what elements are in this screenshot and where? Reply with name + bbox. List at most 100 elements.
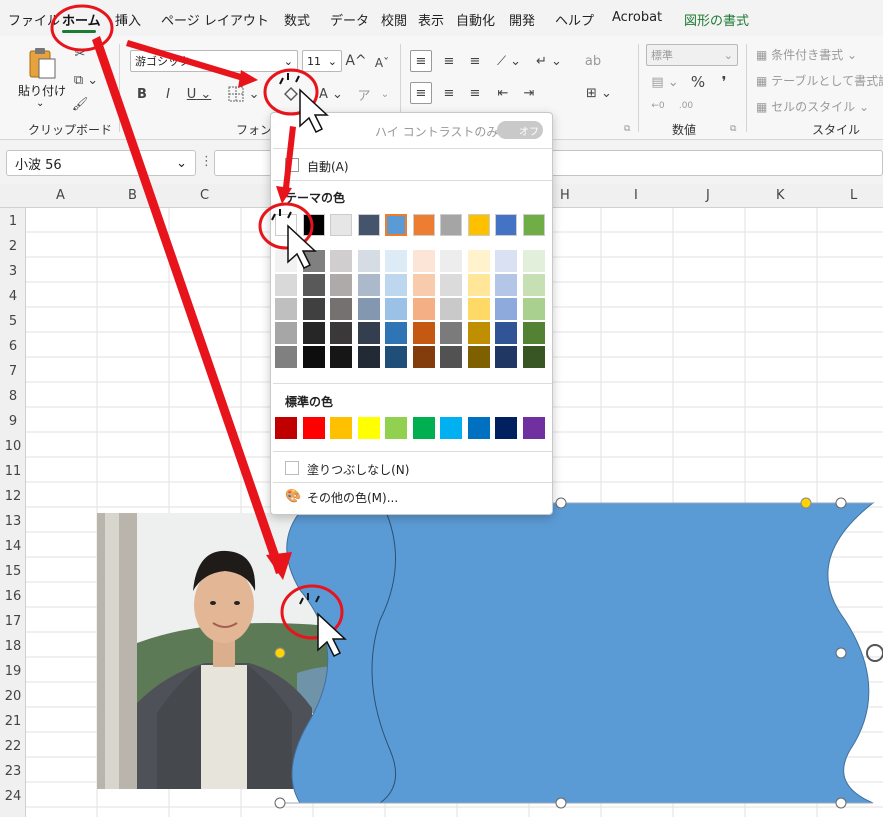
theme-shade-swatch[interactable] bbox=[357, 250, 380, 272]
row-label[interactable]: 14 bbox=[0, 539, 26, 554]
format-painter-icon[interactable]: 🖌 bbox=[70, 94, 90, 114]
theme-shade-swatch[interactable] bbox=[440, 346, 462, 368]
column-label[interactable]: I bbox=[634, 188, 638, 203]
fill-color-button[interactable] bbox=[276, 82, 306, 106]
resize-handle[interactable] bbox=[555, 497, 567, 509]
theme-shade-swatch[interactable] bbox=[467, 346, 490, 368]
paste-chevron-icon[interactable]: ⌄ bbox=[36, 98, 44, 109]
high-contrast-toggle[interactable]: オフ bbox=[497, 121, 543, 139]
tab-acrobat[interactable]: Acrobat bbox=[612, 10, 662, 25]
theme-shade-swatch[interactable] bbox=[357, 298, 380, 320]
standard-color-swatch[interactable] bbox=[302, 417, 325, 439]
decrease-indent-icon[interactable]: ⇤ bbox=[492, 82, 514, 104]
align-right-icon[interactable]: ≡ bbox=[464, 82, 486, 104]
theme-shade-swatch[interactable] bbox=[467, 250, 490, 272]
resize-handle[interactable] bbox=[835, 647, 847, 659]
standard-color-swatch[interactable] bbox=[495, 417, 517, 439]
theme-color-swatch[interactable] bbox=[302, 214, 325, 236]
tab-shape-format[interactable]: 図形の書式 bbox=[684, 10, 749, 29]
theme-shade-swatch[interactable] bbox=[357, 346, 380, 368]
row-label[interactable]: 9 bbox=[0, 414, 26, 429]
phonetic-guide-icon[interactable]: ab bbox=[582, 50, 604, 72]
theme-color-swatch[interactable] bbox=[412, 214, 435, 236]
row-label[interactable]: 5 bbox=[0, 314, 26, 329]
resize-handle[interactable] bbox=[835, 797, 847, 809]
dialog-launcher-icon[interactable]: ⧉ bbox=[730, 124, 736, 134]
theme-shade-swatch[interactable] bbox=[385, 250, 407, 272]
tab-formulas[interactable]: 数式 bbox=[284, 10, 310, 29]
row-label[interactable]: 19 bbox=[0, 664, 26, 679]
merge-cells-icon[interactable]: ⊞ ⌄ bbox=[582, 82, 616, 104]
row-label[interactable]: 8 bbox=[0, 389, 26, 404]
increase-decimal-icon[interactable]: ←0 bbox=[648, 96, 668, 116]
theme-color-swatch[interactable] bbox=[522, 214, 545, 236]
theme-shade-swatch[interactable] bbox=[522, 274, 545, 296]
theme-shade-swatch[interactable] bbox=[440, 274, 462, 296]
border-button[interactable]: ⌄ bbox=[224, 84, 264, 104]
theme-shade-swatch[interactable] bbox=[357, 274, 380, 296]
theme-shade-swatch[interactable] bbox=[467, 298, 490, 320]
align-center-icon[interactable]: ≡ bbox=[438, 82, 460, 104]
align-middle-icon[interactable]: ≡ bbox=[438, 50, 460, 72]
decrease-decimal-icon[interactable]: .00 bbox=[676, 96, 696, 116]
theme-shade-swatch[interactable] bbox=[330, 274, 352, 296]
theme-shade-swatch[interactable] bbox=[302, 250, 325, 272]
theme-shade-swatch[interactable] bbox=[412, 322, 435, 344]
no-fill-swatch[interactable] bbox=[285, 461, 299, 475]
theme-color-swatch[interactable] bbox=[495, 214, 517, 236]
row-label[interactable]: 16 bbox=[0, 589, 26, 604]
row-label[interactable]: 10 bbox=[0, 439, 26, 454]
theme-shade-swatch[interactable] bbox=[495, 274, 517, 296]
column-label[interactable]: L bbox=[850, 188, 857, 203]
column-label[interactable]: A bbox=[56, 188, 65, 203]
wave-shape[interactable] bbox=[270, 490, 883, 817]
theme-shade-swatch[interactable] bbox=[385, 346, 407, 368]
theme-shade-swatch[interactable] bbox=[440, 322, 462, 344]
standard-color-swatch[interactable] bbox=[440, 417, 462, 439]
theme-shade-swatch[interactable] bbox=[440, 250, 462, 272]
theme-shade-swatch[interactable] bbox=[385, 274, 407, 296]
font-name-select[interactable]: 游ゴシック ⌄ bbox=[130, 50, 298, 72]
row-label[interactable]: 7 bbox=[0, 364, 26, 379]
row-label[interactable]: 2 bbox=[0, 239, 26, 254]
row-label[interactable]: 15 bbox=[0, 564, 26, 579]
number-format-select[interactable]: 標準 ⌄ bbox=[646, 44, 738, 66]
column-label[interactable]: C bbox=[200, 188, 209, 203]
standard-color-swatch[interactable] bbox=[522, 417, 545, 439]
dialog-launcher-icon[interactable]: ⧉ bbox=[624, 124, 630, 134]
cut-icon[interactable]: ✂ bbox=[70, 44, 90, 64]
theme-shade-swatch[interactable] bbox=[330, 250, 352, 272]
shrink-font-button[interactable]: Aˇ bbox=[372, 52, 392, 74]
row-label[interactable]: 11 bbox=[0, 464, 26, 479]
theme-color-swatch[interactable] bbox=[357, 214, 380, 236]
theme-shade-swatch[interactable] bbox=[467, 322, 490, 344]
wrap-text-icon[interactable]: ↵ ⌄ bbox=[532, 50, 566, 72]
column-label[interactable]: B bbox=[128, 188, 137, 203]
theme-shade-swatch[interactable] bbox=[522, 298, 545, 320]
tab-view[interactable]: 表示 bbox=[418, 10, 444, 29]
tab-file[interactable]: ファイル bbox=[8, 10, 60, 29]
copy-icon[interactable]: ⧉ ⌄ bbox=[68, 70, 104, 90]
theme-shade-swatch[interactable] bbox=[385, 298, 407, 320]
underline-button[interactable]: U ⌄ bbox=[184, 84, 214, 104]
theme-shade-swatch[interactable] bbox=[522, 346, 545, 368]
theme-color-swatch[interactable] bbox=[467, 214, 490, 236]
theme-shade-swatch[interactable] bbox=[412, 298, 435, 320]
theme-shade-swatch[interactable] bbox=[385, 322, 407, 344]
column-label[interactable]: K bbox=[776, 188, 785, 203]
comma-button[interactable]: ❜ bbox=[714, 72, 734, 92]
standard-color-swatch[interactable] bbox=[330, 417, 352, 439]
theme-shade-swatch[interactable] bbox=[275, 274, 297, 296]
chevron-down-icon[interactable]: ⌄ bbox=[378, 84, 392, 104]
row-label[interactable]: 13 bbox=[0, 514, 26, 529]
theme-shade-swatch[interactable] bbox=[330, 346, 352, 368]
standard-color-swatch[interactable] bbox=[275, 417, 297, 439]
theme-shade-swatch[interactable] bbox=[302, 274, 325, 296]
row-label[interactable]: 17 bbox=[0, 614, 26, 629]
grow-font-button[interactable]: A^ bbox=[345, 50, 366, 72]
theme-shade-swatch[interactable] bbox=[522, 250, 545, 272]
standard-color-swatch[interactable] bbox=[412, 417, 435, 439]
tab-home[interactable]: ホーム bbox=[62, 10, 101, 29]
format-as-table-button[interactable]: ▦ テーブルとして書式設定 bbox=[756, 72, 883, 89]
theme-shade-swatch[interactable] bbox=[275, 298, 297, 320]
